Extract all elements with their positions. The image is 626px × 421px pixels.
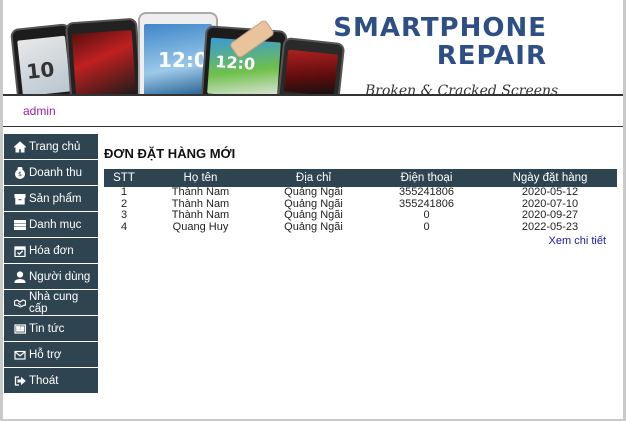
sidebar-item-label: Tin tức	[29, 322, 65, 335]
sidebar-item-invoices[interactable]: Hóa đơn	[4, 238, 98, 263]
table-row: 3 Thành Nam Quảng Ngãi 0 2020-09-27	[104, 209, 617, 222]
newspaper-icon	[14, 323, 26, 335]
header-banner: 10 12:0 12:0 SMARTPHONE REPAIR Broken & …	[3, 0, 623, 96]
cell-name: Thành Nam	[171, 209, 230, 221]
cell-stt: 3	[120, 209, 128, 221]
column-header-address: Địa chỉ	[295, 172, 332, 184]
cell-address: Quảng Ngãi	[284, 220, 343, 233]
userbar-divider	[3, 126, 623, 127]
sidebar-item-label: Thoát	[29, 374, 59, 387]
main-content: ĐƠN ĐẶT HÀNG MỚI STT Họ tên Địa chỉ Điện…	[104, 144, 617, 247]
money-bag-icon: $	[14, 166, 26, 179]
cell-order-date: 2022-05-23	[521, 220, 579, 233]
sign-out-icon	[14, 375, 26, 387]
cell-stt: 1	[120, 186, 128, 198]
svg-text:$: $	[18, 171, 22, 178]
column-header-phone: Điện thoại	[400, 172, 453, 184]
cell-address: Quảng Ngãi	[284, 186, 343, 198]
sidebar-item-label: Hỗ trợ	[29, 348, 62, 361]
brand-logo: SMARTPHONE REPAIR	[333, 14, 547, 70]
column-header-stt: STT	[113, 172, 135, 184]
username-label[interactable]: admin	[23, 104, 56, 118]
sidebar-item-label: Hóa đơn	[29, 244, 74, 257]
sidebar-item-suppliers[interactable]: Nhà cung cấp	[4, 290, 98, 315]
sidebar-item-users[interactable]: Người dùng	[4, 264, 98, 289]
column-header-name: Họ tên	[183, 172, 218, 184]
sidebar-item-label: Sản phẩm	[29, 192, 82, 205]
view-details-link[interactable]: Xem chi tiết	[104, 235, 617, 247]
sidebar-item-home[interactable]: Trang chủ	[4, 134, 98, 159]
table-row: 4 Quang Huy Quảng Ngãi 0 2022-05-23	[104, 220, 617, 234]
table-header-row: STT Họ tên Địa chỉ Điện thoại Ngày đặt h…	[104, 169, 617, 187]
cell-phone: 0	[423, 209, 430, 221]
calendar-check-icon	[14, 245, 26, 257]
cell-order-date: 2020-05-12	[521, 186, 579, 198]
user-icon	[14, 270, 26, 283]
cell-phone: 0	[423, 220, 430, 233]
sidebar-item-logout[interactable]: Thoát	[4, 368, 98, 393]
sidebar-item-support[interactable]: Hỗ trợ	[4, 342, 98, 367]
sidebar-item-label: Trang chủ	[29, 140, 81, 153]
brand-line-1: SMARTPHONE	[333, 13, 547, 43]
orders-table: STT Họ tên Địa chỉ Điện thoại Ngày đặt h…	[104, 169, 617, 233]
list-icon	[14, 219, 26, 231]
home-icon	[14, 140, 26, 153]
sidebar-item-label: Doanh thu	[29, 166, 83, 179]
cell-name: Thành Nam	[171, 186, 230, 198]
cell-phone: 355241806	[398, 186, 455, 198]
sidebar-item-revenue[interactable]: $ Doanh thu	[4, 160, 98, 185]
cell-address: Quảng Ngãi	[284, 209, 343, 221]
cell-name: Quang Huy	[172, 220, 229, 233]
cell-order-date: 2020-09-27	[521, 209, 579, 221]
banner-phones-image: 10 12:0 12:0	[8, 8, 346, 96]
phone-image	[64, 17, 144, 96]
brand-line-2: REPAIR	[436, 41, 547, 71]
column-header-order-date: Ngày đặt hàng	[512, 172, 588, 184]
user-bar: admin	[3, 96, 623, 126]
sidebar-item-products[interactable]: Sản phẩm	[4, 186, 98, 211]
sidebar-item-label: Danh mục	[29, 218, 82, 231]
table-row: 1 Thành Nam Quảng Ngãi 355241806 2020-05…	[104, 186, 617, 199]
cell-stt: 4	[120, 220, 128, 233]
box-icon	[14, 193, 26, 205]
envelope-icon	[14, 349, 26, 361]
sidebar-item-label: Nhà cung cấp	[29, 290, 79, 315]
sidebar-item-news[interactable]: Tin tức	[4, 316, 98, 341]
sidebar-item-label: Người dùng	[29, 270, 91, 283]
sidebar-nav: Trang chủ $ Doanh thu Sản phẩm Danh mục …	[4, 134, 98, 394]
handshake-icon	[14, 297, 26, 309]
sidebar-item-categories[interactable]: Danh mục	[4, 212, 98, 237]
page-title: ĐƠN ĐẶT HÀNG MỚI	[104, 146, 236, 161]
